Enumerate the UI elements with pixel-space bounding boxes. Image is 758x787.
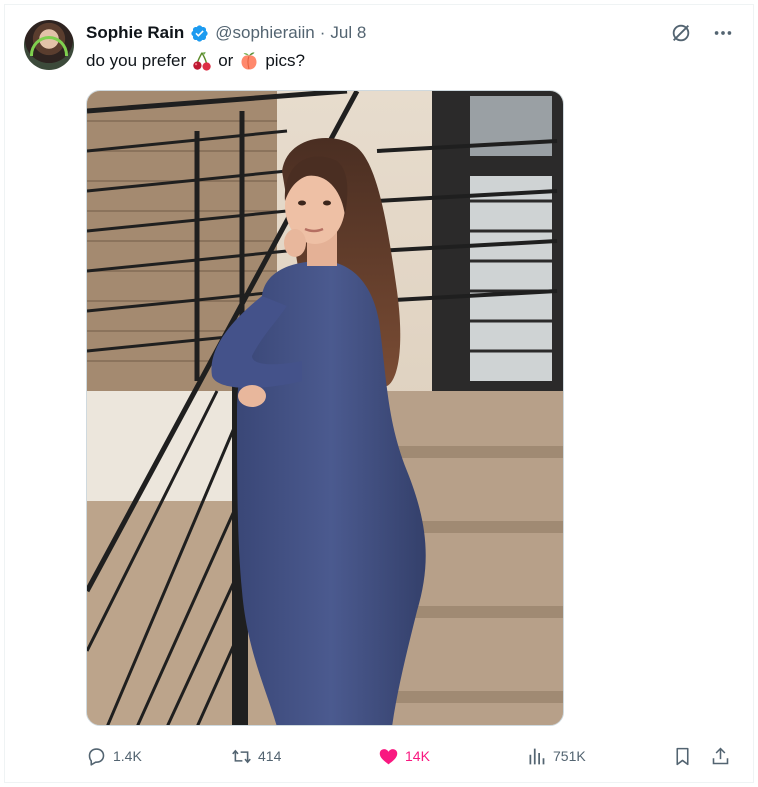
bookmark-button[interactable] [672,744,693,768]
views-button[interactable]: 751K [526,744,586,768]
like-button[interactable]: 14K [378,744,430,768]
tweet-actions-bar: 1.4K 414 14K 751K [86,744,734,768]
heart-icon [379,748,398,764]
author-handle[interactable]: @sophieraiin [215,23,314,43]
grok-icon[interactable] [670,22,692,44]
repost-count: 414 [258,748,282,764]
verified-badge-icon[interactable] [190,24,209,43]
author-name[interactable]: Sophie Rain [86,23,184,43]
repost-button[interactable]: 414 [231,744,281,768]
reply-count: 1.4K [113,748,142,764]
repost-icon [232,749,251,763]
more-icon[interactable] [712,22,734,44]
peach-emoji-icon [238,50,260,72]
header-separator: · [319,23,326,42]
avatar[interactable] [24,20,74,70]
tweet-text-part-3: pics? [265,51,305,70]
cherries-emoji-icon [191,50,213,72]
view-count: 751K [553,748,586,764]
share-button[interactable] [710,744,731,768]
tweet-header: Sophie Rain @sophieraiin · Jul 8 [86,22,366,44]
bookmark-icon [676,747,689,765]
reply-button[interactable]: 1.4K [86,744,142,768]
headphones-detail [30,36,68,56]
reply-icon [88,747,105,766]
photo-illustration [87,91,563,725]
tweet-text-part-1: do you prefer [86,51,187,70]
tweet-photo[interactable] [86,90,564,726]
tweet-text: do you prefer or pics? [86,50,305,72]
views-icon [529,748,545,764]
like-count: 14K [405,748,430,764]
share-icon [712,747,729,764]
tweet-top-actions [670,22,734,44]
tweet-date[interactable]: Jul 8 [330,23,366,43]
tweet-text-part-2: or [218,51,234,70]
